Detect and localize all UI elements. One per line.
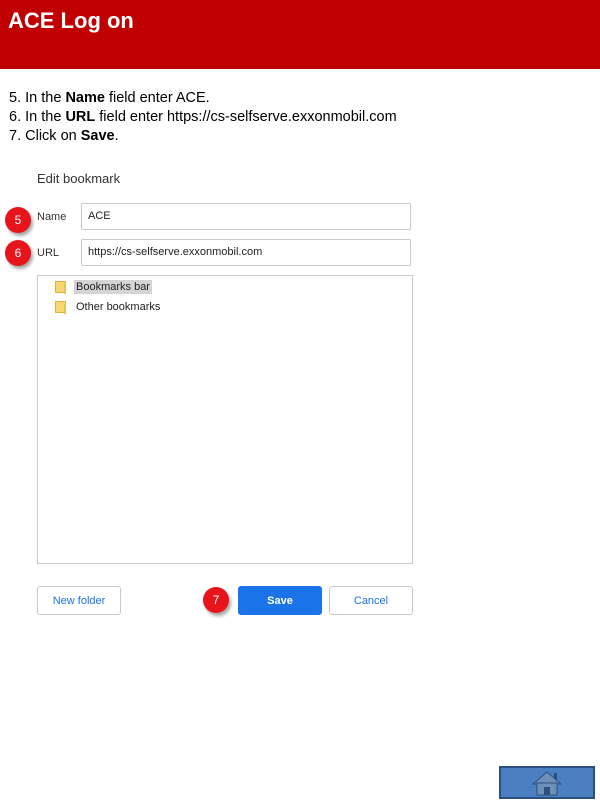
folder-item-bookmarks-bar[interactable]: Bookmarks bar xyxy=(55,279,152,295)
home-icon xyxy=(532,770,562,795)
name-label: Name xyxy=(37,211,67,223)
folder-icon xyxy=(55,281,66,294)
step-badge-6: 6 xyxy=(5,240,31,266)
step-6-keyword: URL xyxy=(65,109,96,125)
step-6-prefix: 6. In the xyxy=(9,109,66,125)
step-5-prefix: 5. In the xyxy=(9,90,66,106)
instruction-step-6: 6. In the URL field enter https://cs-sel… xyxy=(9,108,397,127)
step-5-keyword: Name xyxy=(65,90,105,106)
folder-label: Bookmarks bar xyxy=(74,280,152,294)
name-field[interactable]: ACE xyxy=(81,203,411,230)
page-title: ACE Log on xyxy=(8,8,134,33)
step-7-suffix: . xyxy=(114,128,119,144)
folder-tree[interactable]: Bookmarks bar Other bookmarks xyxy=(37,275,413,564)
home-button[interactable] xyxy=(499,766,595,799)
instruction-step-7: 7. Click on Save. xyxy=(9,127,397,146)
instruction-step-5: 5. In the Name field enter ACE. xyxy=(9,89,397,108)
header-bar: ACE Log on xyxy=(0,0,600,69)
step-6-suffix: field enter https://cs-selfserve.exxonmo… xyxy=(95,109,397,125)
instructions: 5. In the Name field enter ACE. 6. In th… xyxy=(9,89,397,146)
step-7-keyword: Save xyxy=(80,128,115,144)
cancel-button[interactable]: Cancel xyxy=(329,586,413,615)
step-badge-5: 5 xyxy=(5,207,31,233)
step-badge-7: 7 xyxy=(203,587,229,613)
dialog-title: Edit bookmark xyxy=(37,171,121,186)
folder-item-other-bookmarks[interactable]: Other bookmarks xyxy=(55,299,162,315)
new-folder-button[interactable]: New folder xyxy=(37,586,121,615)
save-button[interactable]: Save xyxy=(238,586,322,615)
url-label: URL xyxy=(37,247,60,259)
url-field[interactable]: https://cs-selfserve.exxonmobil.com xyxy=(81,239,411,266)
step-5-suffix: field enter ACE. xyxy=(104,90,210,106)
step-7-prefix: 7. Click on xyxy=(9,128,81,144)
folder-icon xyxy=(55,301,66,314)
folder-label: Other bookmarks xyxy=(76,301,161,313)
tutorial-page: ACE Log on 5. In the Name field enter AC… xyxy=(0,0,600,800)
